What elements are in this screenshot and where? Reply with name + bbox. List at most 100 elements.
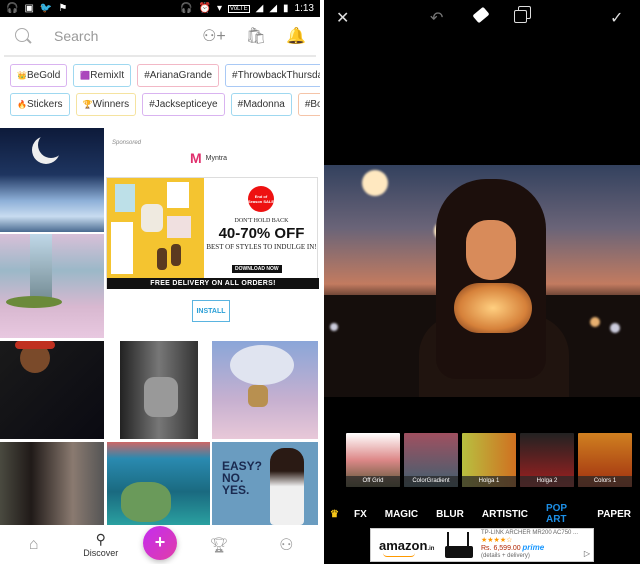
feed-image-woman-red-scarf[interactable] [0, 341, 104, 439]
tag-emoji-icon: 🏆 [82, 100, 93, 109]
filter-label: Holga 2 [520, 476, 574, 487]
download-now-button[interactable]: DOWNLOAD NOW [232, 265, 282, 273]
ad-headline: DON'T HOLD BACK [234, 218, 289, 224]
ad-banner[interactable]: End of Season SALE DON'T HOLD BACK 40-70… [106, 177, 319, 289]
apply-check-icon[interactable]: ✓ [610, 8, 623, 28]
category-tab[interactable]: MAGIC [376, 509, 427, 520]
hashtag-row: 👑 BeGold 🟪 RemixIt #ArianaGrande #ThrowbackTh… [10, 64, 320, 87]
filter-label: Colors 1 [578, 476, 632, 487]
ad-product-image [107, 178, 204, 278]
hashtag-label: #ThrowbackThursday [232, 70, 320, 81]
hashtag-label: Winners [92, 99, 130, 110]
category-tab[interactable]: FX [345, 509, 376, 520]
feed-image-brick-wall[interactable]: EASY? NO. YES. [212, 442, 318, 525]
ad-tagline: BEST OF STYLES TO INDULGE IN! [206, 243, 317, 251]
headphones-icon: 🎧 [6, 3, 19, 14]
install-button[interactable]: INSTALL [192, 300, 230, 322]
bokeh-light [610, 323, 620, 333]
tag-emoji-icon: 👑 [17, 71, 27, 80]
hashtag-chip[interactable]: 🏆 Winners [75, 93, 137, 116]
notifications-icon[interactable]: 🔔 [286, 26, 306, 46]
hashtag-label: RemixIt [90, 70, 125, 81]
hashtag-label: #Madonna [237, 99, 285, 110]
feed-image-face-tunnel[interactable] [0, 442, 104, 525]
create-button[interactable]: + [142, 525, 177, 560]
hashtag-row: 🔥 Stickers 🏆 Winners #Jacksepticeye #Madonna #… [10, 93, 320, 116]
picsart-discover-screen: 🎧 ▣ 🐦 ⚑ 🎧 ⏰ ▾ VoLTE ◢ ◢ ▮ 1:13 Search ⚇+… [0, 0, 320, 564]
category-tab[interactable]: PAPER [588, 509, 640, 520]
hashtag-label: Stickers [26, 99, 63, 110]
router-product-image [441, 532, 475, 558]
category-tab[interactable]: BLUR [427, 509, 473, 520]
nav-discover[interactable]: ⚲ Discover [76, 531, 126, 558]
filter-thumbnail[interactable]: Colors 1 [578, 433, 632, 487]
hashtag-chip[interactable]: 👑 BeGold [10, 64, 68, 87]
pocket-icon: ⚑ [58, 3, 68, 14]
editing-photo[interactable] [324, 165, 640, 397]
amazon-price: Rs. 6,599.00 [481, 545, 521, 552]
hashtag-chip[interactable]: #ThrowbackThursday [225, 64, 320, 87]
close-icon[interactable]: ✕ [336, 8, 349, 28]
feed-image-underwater[interactable] [107, 442, 210, 525]
add-friend-icon[interactable]: ⚇+ [202, 26, 226, 46]
sale-badge: End of Season SALE [248, 186, 274, 212]
sponsored-label: Sponsored [112, 140, 142, 146]
search-icon [14, 27, 32, 45]
search-bar[interactable]: Search ⚇+ 🛍 🔔 [4, 17, 316, 57]
hashtag-chip[interactable]: #Madonna [230, 93, 292, 116]
wifi-icon: ▾ [217, 3, 223, 14]
photo-editor-screen: ✕ ↶ ✓ Off Grid ColorGradient Holga 1 Holga … [324, 0, 640, 564]
amazon-brand-suffix: .in [427, 545, 435, 552]
signal-icon: ◢ [269, 3, 278, 14]
category-tab[interactable]: POP ART [537, 503, 588, 525]
category-tab[interactable]: ARTISTIC [473, 509, 537, 520]
tag-emoji-icon: 🔥 [17, 100, 27, 109]
amazon-product-title: TP-LINK ARCHER MR200 AC750 ... [481, 530, 579, 536]
amazon-banner-ad[interactable]: amazon.in TP-LINK ARCHER MR200 AC750 ...… [370, 528, 594, 562]
filter-thumbnail[interactable]: Off Grid [346, 433, 400, 487]
eraser-icon[interactable] [472, 6, 490, 24]
battery-icon: ▮ [283, 3, 289, 14]
bokeh-light [362, 170, 388, 196]
nav-contests[interactable]: 🏆︎ [194, 536, 244, 554]
search-input[interactable]: Search [54, 28, 202, 44]
feed-image-elephant-moon[interactable] [212, 341, 318, 439]
clock: 1:13 [294, 3, 314, 14]
signal-icon: ◢ [255, 3, 264, 14]
ad-brand-name: Myntra [205, 154, 228, 162]
ad-copy: End of Season SALE DON'T HOLD BACK 40-70… [204, 178, 319, 278]
hashtag-chip[interactable]: #BohoFashion [297, 93, 320, 116]
compare-icon[interactable] [514, 10, 527, 23]
filter-strip: Off Grid ColorGradient Holga 1 Holga 2 Color… [324, 433, 640, 487]
premium-crown-icon[interactable]: ♛ [324, 509, 345, 520]
filter-thumbnail[interactable]: Holga 1 [462, 433, 516, 487]
hashtag-label: #ArianaGrande [144, 70, 213, 81]
headphones-icon: 🎧 [180, 3, 193, 14]
nav-discover-label: Discover [83, 548, 119, 558]
effect-categories: ♛ FX MAGIC BLUR ARTISTIC POP ART PAPER [324, 503, 640, 525]
editor-toolbar: ✕ ↶ ✓ [324, 0, 640, 34]
hashtag-chip[interactable]: 🔥 Stickers [10, 93, 70, 116]
hashtag-label: #BohoFashion [304, 99, 320, 110]
amazon-brand: amazon [379, 537, 428, 553]
photo-subject-face [466, 220, 516, 280]
home-icon: ⌂ [28, 535, 39, 553]
photo-subject-hands-lights [454, 283, 532, 333]
feed-image-floating-island[interactable] [0, 234, 104, 338]
nav-home[interactable]: ⌂ [9, 536, 59, 554]
amazon-details-link[interactable]: (details + delivery) [481, 553, 593, 560]
nav-profile[interactable]: ⚇ [261, 535, 311, 555]
shop-icon[interactable]: 🛍 [246, 26, 266, 46]
adchoices-icon[interactable]: ▷ [584, 549, 590, 558]
discover-search-icon: ⚲ [95, 531, 106, 547]
hashtag-chip[interactable]: #ArianaGrande [137, 64, 220, 87]
feed-image-moon-clouds[interactable] [0, 128, 104, 232]
undo-icon[interactable]: ↶ [430, 8, 443, 28]
hashtag-chip[interactable]: #Jacksepticeye [142, 93, 225, 116]
feed-image-bw-lights[interactable] [120, 341, 198, 439]
alarm-icon: ⏰ [198, 3, 211, 14]
filter-thumbnail[interactable]: ColorGradient [404, 433, 458, 487]
hashtag-chip[interactable]: 🟪 RemixIt [73, 64, 132, 87]
filter-thumbnail[interactable]: Holga 2 [520, 433, 574, 487]
trophy-icon: 🏆︎ [209, 536, 229, 554]
